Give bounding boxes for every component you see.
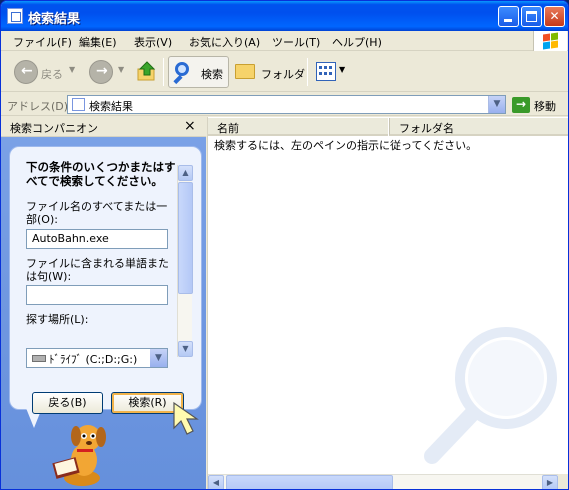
column-header-name[interactable]: 名前 [208,118,388,136]
up-folder-icon[interactable] [136,60,158,82]
back-dropdown-icon[interactable]: ▼ [69,65,75,74]
search-form-heading: 下の条件のいくつかまたはすべてで検索してください。 [26,160,176,188]
address-value: 検索結果 [89,100,133,113]
toolbar-separator [307,58,308,86]
maximize-button[interactable] [521,6,542,27]
forward-button[interactable]: → [89,60,113,84]
address-bar: アドレス(D) 検索結果 ▼ → 移動 [1,93,568,116]
phrase-input[interactable] [26,285,168,305]
back-button-companion[interactable]: 戻る(B) [32,392,103,414]
search-hint-text: 検索するには、左のペインの指示に従ってください。 [214,139,478,152]
window-icon [7,8,23,24]
phrase-label: ファイルに含まれる単語または句(W): [26,257,169,283]
address-dropdown-icon[interactable]: ▼ [488,96,505,113]
search-icon [175,62,189,76]
column-header-folder[interactable]: フォルダ名 [389,118,568,136]
location-label: 探す場所(L): [26,313,89,326]
forward-arrow-icon: → [96,63,108,79]
location-dropdown-icon[interactable]: ▼ [150,349,167,367]
search-button[interactable]: 検索 [168,56,229,88]
scroll-down-icon[interactable]: ▼ [178,341,193,357]
companion-header: 検索コンパニオン × [1,117,206,137]
menu-favorites[interactable]: お気に入り(A) [189,34,260,50]
title-bar[interactable]: 検索結果 ✕ [1,1,568,31]
back-button[interactable]: ← [14,60,38,84]
search-results-icon [72,98,85,111]
scroll-left-icon[interactable]: ◀ [208,475,224,489]
location-select[interactable]: ﾄﾞﾗｲﾌﾞ (C:;D:;G:) ▼ [26,348,168,368]
search-dog-icon [52,425,106,486]
menu-bar: ファイル(F) 編集(E) 表示(V) お気に入り(A) ツール(T) ヘルプ(… [1,31,568,51]
windows-logo-icon [533,31,567,51]
window-title: 検索結果 [28,12,81,27]
results-horizontal-scrollbar[interactable]: ◀ ▶ [208,474,558,489]
back-arrow-icon: ← [21,63,33,79]
maximize-icon [526,11,537,22]
companion-title: 検索コンパニオン [10,122,98,135]
location-value: ﾄﾞﾗｲﾌﾞ (C:;D:;G:) [49,353,138,366]
menu-edit[interactable]: 編集(E) [79,34,117,50]
filename-label: ファイル名のすべてまたは一部(O): [26,200,168,226]
minimize-icon [504,19,512,22]
scroll-up-icon[interactable]: ▲ [178,165,193,181]
close-button[interactable]: ✕ [544,6,565,27]
horizontal-scroll-thumb[interactable] [226,475,393,489]
pointer-cursor-icon [173,401,199,435]
search-icon-handle [173,74,183,85]
results-pane: 名前 フォルダ名 検索するには、左のペインの指示に従ってください。 ◀ ▶ [207,117,568,489]
address-label: アドレス(D) [7,100,69,113]
folders-label[interactable]: フォルダ [261,66,305,82]
toolbar-separator [163,58,164,86]
forward-dropdown-icon[interactable]: ▼ [118,65,124,74]
menu-view[interactable]: 表示(V) [134,34,172,50]
minimize-button[interactable] [498,6,519,27]
scroll-thumb[interactable] [178,182,193,294]
column-folder-label: フォルダ名 [399,122,454,135]
companion-close-icon[interactable]: × [184,118,196,134]
back-label: 戻る [41,68,63,81]
form-scrollbar[interactable]: ▲ ▼ [177,165,193,357]
menu-help[interactable]: ヘルプ(H) [332,34,382,50]
menu-file[interactable]: ファイル(F) [13,34,72,50]
search-label: 検索 [201,68,223,81]
filename-input[interactable]: AutoBahn.exe [26,229,168,249]
scroll-right-icon[interactable]: ▶ [542,475,558,489]
column-name-label: 名前 [217,122,239,135]
drive-icon [32,355,46,362]
address-input[interactable]: 検索結果 ▼ [67,95,506,114]
size-grip[interactable] [558,474,568,489]
toolbar: ← 戻る ▼ → ▼ 検索 フォルダ ▼ [1,52,568,92]
views-icon[interactable] [316,62,336,81]
companion-body: 下の条件のいくつかまたはすべてで検索してください。 ファイル名のすべてまたは一部… [1,138,206,489]
views-dropdown-icon[interactable]: ▼ [339,65,345,74]
search-form-bubble: 下の条件のいくつかまたはすべてで検索してください。 ファイル名のすべてまたは一部… [9,146,202,410]
go-arrow-icon[interactable]: → [512,97,530,113]
menu-tools[interactable]: ツール(T) [272,34,320,50]
search-companion-pane: 検索コンパニオン × 下の条件のいくつかまたはすべてで検索してください。 ファイ… [1,117,206,489]
go-label[interactable]: 移動 [534,98,556,114]
folder-icon[interactable] [235,64,255,79]
magnifier-watermark-icon [424,327,557,464]
explorer-window: 検索結果 ✕ ファイル(F) 編集(E) 表示(V) お気に入り(A) ツール(… [0,0,569,490]
close-icon: ✕ [549,9,560,23]
